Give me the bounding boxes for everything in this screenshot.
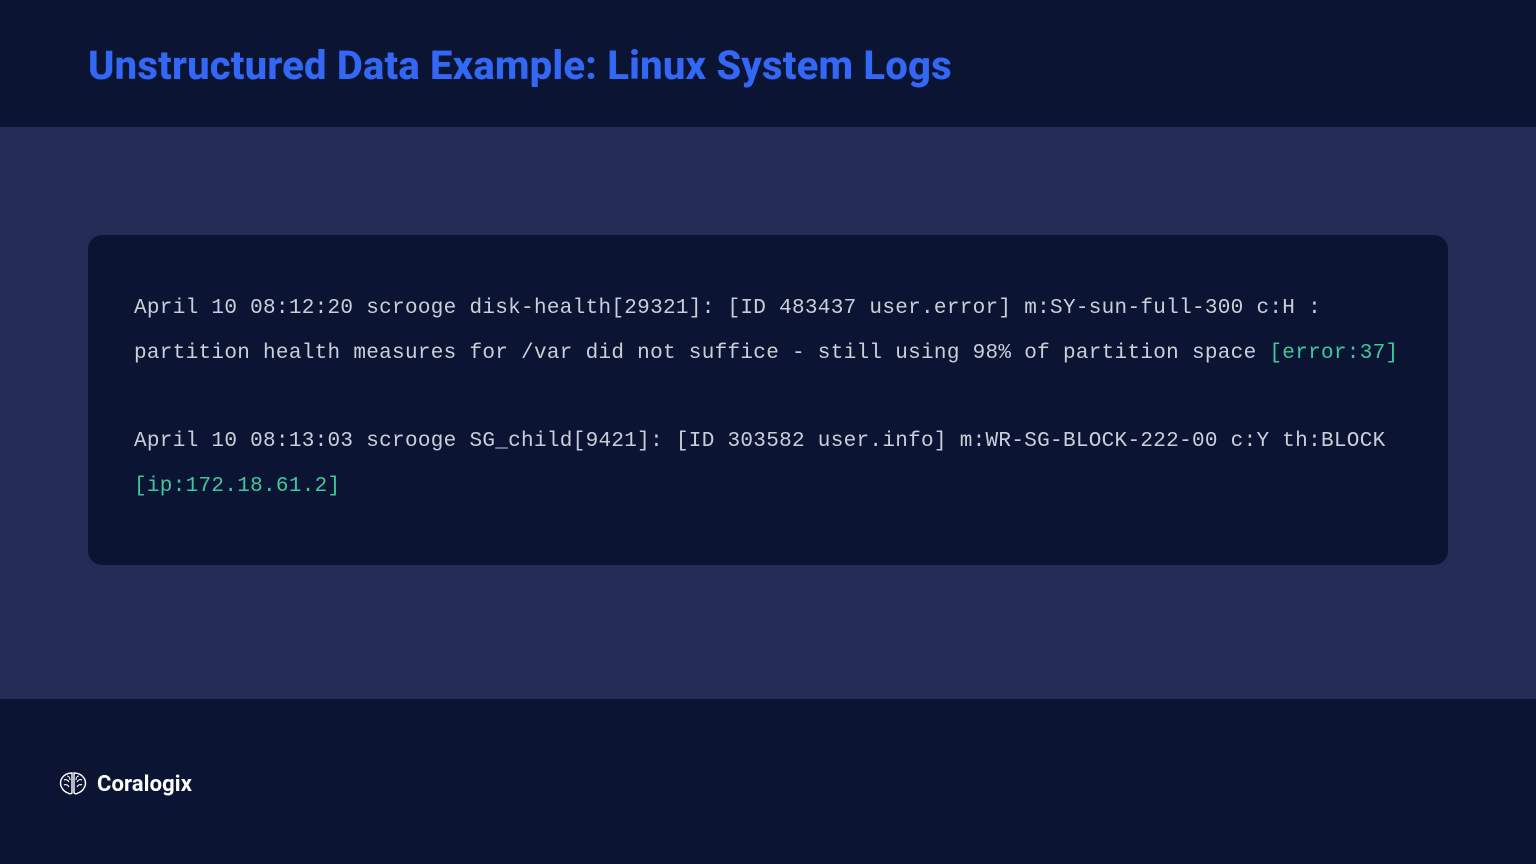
- brain-icon: [58, 771, 88, 797]
- log-entry-2: April 10 08:13:03 scrooge SG_child[9421]…: [134, 420, 1402, 509]
- slide-title: Unstructured Data Example: Linux System …: [88, 42, 1536, 89]
- log-entry-2-text: April 10 08:13:03 scrooge SG_child[9421]…: [134, 430, 1398, 453]
- log-entry-1: April 10 08:12:20 scrooge disk-health[29…: [134, 287, 1402, 376]
- slide-header: Unstructured Data Example: Linux System …: [0, 0, 1536, 127]
- log-gap: [134, 376, 1402, 420]
- brand-logo: Coralogix: [58, 771, 192, 797]
- log-entry-1-text: April 10 08:12:20 scrooge disk-health[29…: [134, 297, 1334, 365]
- log-code-block: April 10 08:12:20 scrooge disk-health[29…: [88, 235, 1448, 565]
- slide-footer: Coralogix: [0, 704, 1536, 864]
- slide-body: April 10 08:12:20 scrooge disk-health[29…: [0, 127, 1536, 699]
- brand-name: Coralogix: [97, 772, 192, 797]
- log-entry-2-highlight: [ip:172.18.61.2]: [134, 475, 340, 498]
- log-entry-1-highlight: [error:37]: [1269, 342, 1398, 365]
